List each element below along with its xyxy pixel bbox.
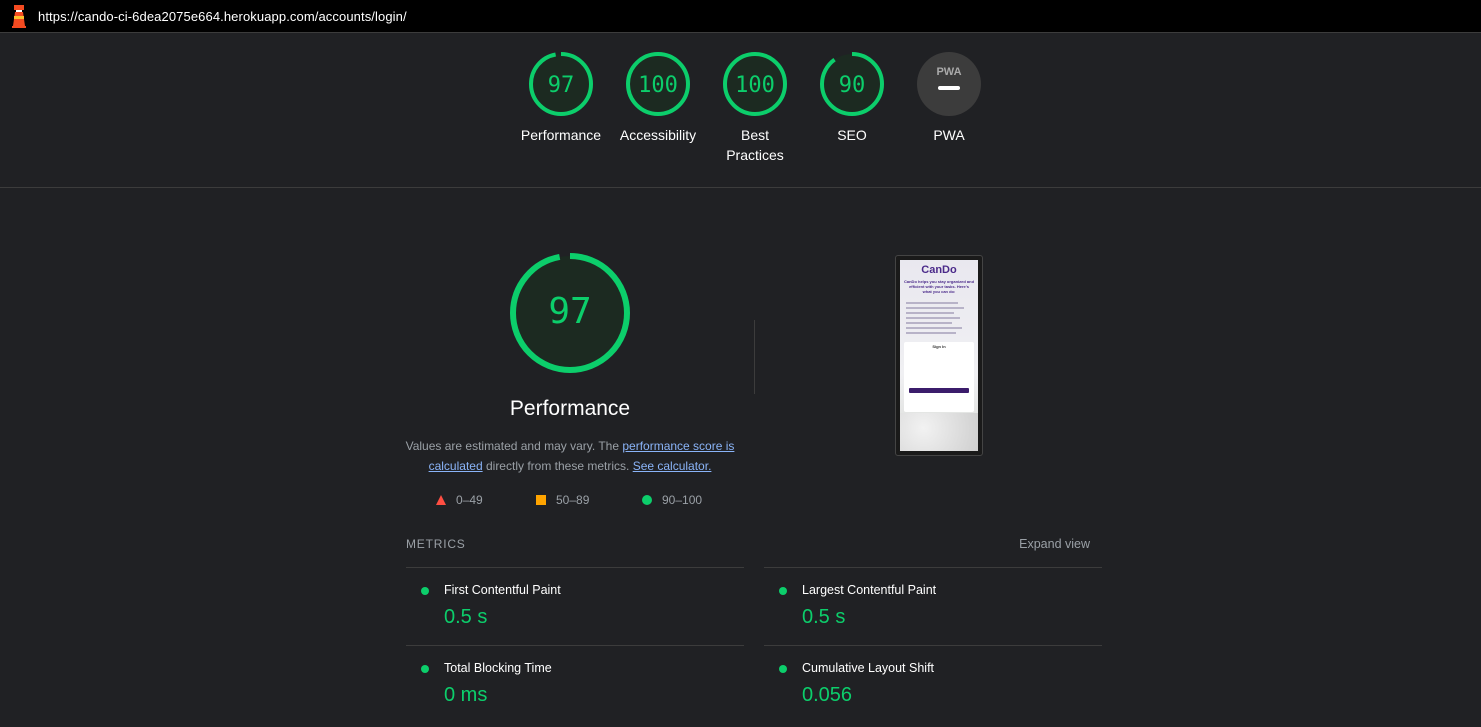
metric-name: First Contentful Paint [444,583,561,597]
gauge-score: 100 [638,73,678,98]
square-icon [536,495,546,505]
screenshot-tagline: CanDo helps you stay organized and effic… [904,279,975,294]
page-url[interactable]: https://cando-ci-6dea2075e664.herokuapp.… [38,9,407,24]
metric-name: Cumulative Layout Shift [802,661,935,675]
pass-dot-icon [779,665,787,673]
url-bar: https://cando-ci-6dea2075e664.herokuapp.… [0,0,1481,33]
circle-icon [642,495,652,505]
gauge-label: SEO [837,127,867,143]
score-ring-icon: 97 [510,253,630,373]
legend-fail: 0–49 [436,493,483,507]
gauge-label: Best Practices [726,127,784,163]
performance-description: Values are estimated and may vary. The p… [405,439,735,473]
score-ring-icon: 100 [723,52,787,116]
screenshot-signin-card: Sign In [904,342,974,412]
metric-fcp: First Contentful Paint 0.5 s [406,567,744,645]
performance-title: Performance [509,397,631,420]
metric-tbt: Total Blocking Time 0 ms [406,645,744,723]
metric-lcp: Largest Contentful Paint 0.5 s [764,567,1102,645]
pwa-badge-icon: PWA [917,52,981,116]
expand-view-button[interactable]: Expand view [1019,537,1090,551]
pass-dot-icon [421,665,429,673]
metrics-header: METRICS Expand view [406,537,1090,553]
metrics-title: METRICS [406,537,466,551]
gauge-label: PWA [933,127,965,143]
final-screenshot[interactable]: CanDo CanDo helps you stay organized and… [895,255,983,456]
metric-value: 0.5 s [444,606,488,628]
gauge-label: Performance [520,127,602,143]
gauge-performance[interactable]: 97 Performance [511,51,611,145]
legend-average: 50–89 [536,493,589,507]
see-calculator-link[interactable]: See calculator. [633,459,712,473]
pass-dot-icon [421,587,429,595]
metric-value: 0.5 s [802,606,846,628]
metric-name: Total Blocking Time [444,661,552,675]
screenshot-desk [900,413,978,451]
gauge-label: Accessibility [619,127,697,143]
legend-pass: 90–100 [642,493,702,507]
gauge-seo[interactable]: 90 SEO [802,51,902,145]
gauge-pwa[interactable]: PWA PWA [899,51,999,145]
gauge-score: 97 [548,73,575,98]
divider [754,320,755,394]
gauge-score: 100 [735,73,775,98]
gauge-best-practices[interactable]: 100 Best Practices [705,51,805,165]
score-ring-icon: 90 [820,52,884,116]
pwa-badge-text: PWA [936,66,961,78]
triangle-icon [436,495,446,505]
metric-name: Largest Contentful Paint [802,583,937,597]
screenshot-brand: CanDo [921,264,957,276]
score-ring-icon: 97 [529,52,593,116]
gauge-accessibility[interactable]: 100 Accessibility [608,51,708,145]
performance-gauge: 97 [508,251,632,375]
score-ring-icon: 100 [626,52,690,116]
score-legend: 0–49 50–89 90–100 [0,493,1481,509]
category-gauges: 97 Performance 100 Accessibility 100 Bes… [0,33,1481,188]
pass-dot-icon [779,587,787,595]
performance-score: 97 [548,291,591,332]
screenshot-image: CanDo CanDo helps you stay organized and… [900,260,978,451]
metric-value: 0.056 [802,684,853,706]
metric-value: 0 ms [444,684,488,706]
gauge-score: 90 [839,73,866,98]
lighthouse-icon [0,0,38,33]
metric-cls: Cumulative Layout Shift 0.056 [764,645,1102,723]
